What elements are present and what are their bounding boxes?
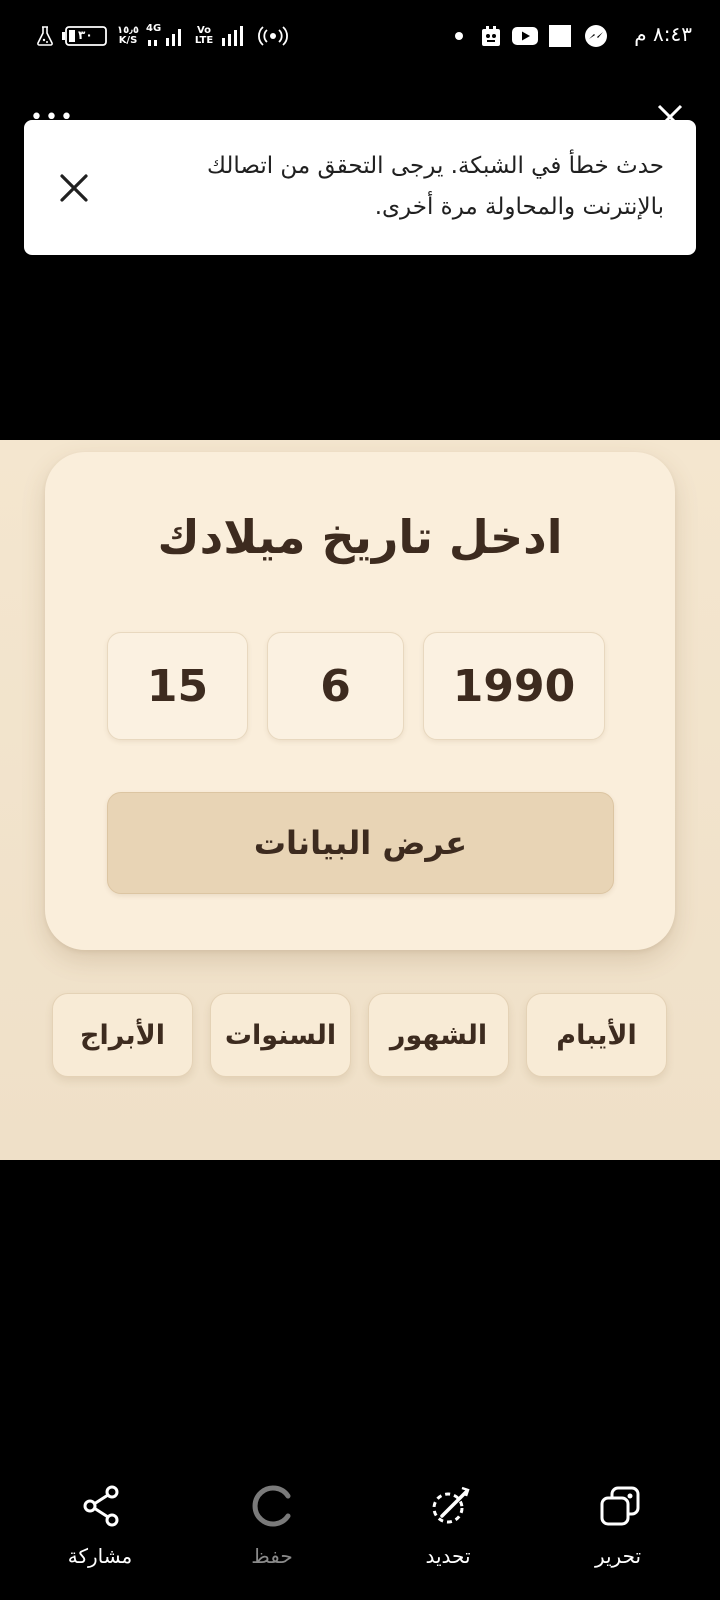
network-speed: ١٥٫٥ K/S [116, 24, 140, 48]
month-field[interactable]: 6 [267, 632, 404, 740]
close-viewer-icon[interactable] [655, 102, 685, 122]
battery-icon: ٣٠ [62, 24, 108, 48]
youtube-icon [512, 24, 538, 48]
page-title: ادخل تاريخ ميلادك [157, 510, 563, 564]
volte-bottom: LTE [194, 35, 214, 46]
toast-message: حدث خطأ في الشبكة. يرجى التحقق من اتصالك… [206, 153, 664, 220]
tab-zodiac[interactable]: الأبراج [52, 993, 193, 1077]
select-label: تحديد [425, 1544, 471, 1568]
edit-button[interactable]: تحرير [548, 1484, 688, 1584]
hotspot-icon [258, 24, 288, 48]
birthdate-card: ادخل تاريخ ميلادك 1990 6 15 عرض البيانات [45, 452, 675, 950]
share-icon [80, 1484, 124, 1528]
select-button[interactable]: تحديد [378, 1484, 518, 1584]
network-speed-unit: K/S [118, 35, 138, 46]
signal-4g-icon: 4G [146, 24, 186, 48]
share-label: مشاركة [67, 1544, 133, 1568]
network-4g-label: 4G [146, 23, 162, 34]
network-error-toast: حدث خطأ في الشبكة. يرجى التحقق من اتصالك… [24, 120, 696, 255]
app-square-icon [548, 24, 572, 48]
volte-icon: Vo LTE [192, 24, 216, 48]
battery-level: ٣٠ [78, 28, 93, 42]
clock: ٨:٤٣ م [634, 22, 692, 46]
messenger-icon [584, 24, 608, 48]
loading-spinner-icon [252, 1484, 296, 1528]
close-icon[interactable] [54, 168, 94, 208]
save-button: حفظ [202, 1484, 342, 1584]
edit-icon [598, 1484, 642, 1528]
tab-months[interactable]: الشهور [368, 993, 509, 1077]
year-field[interactable]: 1990 [423, 632, 605, 740]
tab-years[interactable]: السنوات [210, 993, 351, 1077]
notification-dot-icon [454, 24, 464, 48]
day-field[interactable]: 15 [107, 632, 248, 740]
edit-label: تحرير [594, 1544, 642, 1568]
select-icon [428, 1484, 472, 1528]
save-label: حفظ [251, 1544, 293, 1568]
flask-icon [34, 24, 56, 48]
share-button[interactable]: مشاركة [30, 1484, 170, 1584]
status-bar: ٣٠ ١٥٫٥ K/S 4G Vo LTE ٨:٤٣ م [0, 0, 720, 72]
tab-days[interactable]: الأيبام [526, 993, 667, 1077]
game-app-icon [478, 24, 504, 48]
birthdate-app: ادخل تاريخ ميلادك 1990 6 15 عرض البيانات… [0, 440, 720, 1160]
signal-bars-icon [220, 24, 246, 48]
show-data-button[interactable]: عرض البيانات [107, 792, 614, 894]
